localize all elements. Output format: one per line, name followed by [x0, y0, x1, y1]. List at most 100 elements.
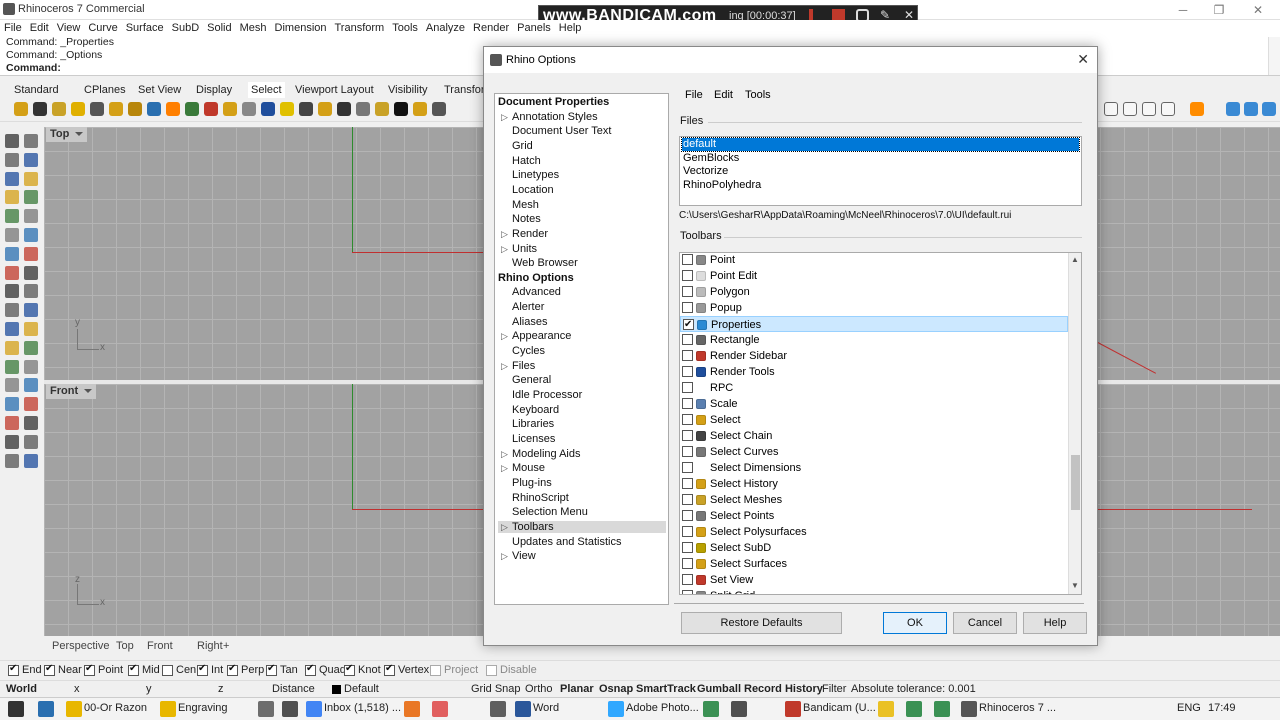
- menu-help[interactable]: Help: [555, 20, 586, 36]
- taskbar-pinned-icon[interactable]: [432, 701, 448, 717]
- tree-item-location[interactable]: Location: [512, 184, 554, 196]
- toolbar-checkbox[interactable]: [682, 398, 693, 409]
- tree-item-advanced[interactable]: Advanced: [512, 286, 561, 298]
- toolbar-tool-icon[interactable]: [432, 102, 446, 116]
- menu-transform[interactable]: Transform: [331, 20, 389, 36]
- toolbar-checkbox[interactable]: [682, 254, 693, 265]
- left-tool-icon[interactable]: [24, 397, 38, 412]
- viewport-title-front[interactable]: Front: [46, 384, 97, 399]
- tree-item-licenses[interactable]: Licenses: [512, 433, 555, 445]
- taskbar-item[interactable]: 00-Or Razon: [84, 702, 147, 714]
- left-tool-icon[interactable]: [24, 246, 38, 261]
- start-icon[interactable]: [8, 701, 24, 717]
- toolbar-tool-icon[interactable]: [280, 102, 294, 116]
- menu-solid[interactable]: Solid: [203, 20, 235, 36]
- close-window-button[interactable]: ✕: [1243, 2, 1273, 18]
- menu-mesh[interactable]: Mesh: [236, 20, 271, 36]
- left-tool-icon[interactable]: [5, 378, 19, 393]
- left-tool-icon[interactable]: [24, 265, 38, 280]
- language-indicator[interactable]: ENG: [1177, 702, 1201, 714]
- osnap-checkbox[interactable]: [486, 664, 497, 676]
- dialog-menu-file[interactable]: File: [685, 89, 703, 101]
- tree-item-mouse[interactable]: Mouse: [512, 462, 545, 474]
- menu-edit[interactable]: Edit: [26, 20, 53, 36]
- dialog-close-button[interactable]: ✕: [1077, 51, 1089, 68]
- left-tool-icon[interactable]: [24, 340, 38, 355]
- ok-button[interactable]: OK: [883, 612, 947, 634]
- toolbar-tool-icon[interactable]: [1104, 102, 1118, 116]
- toolbar-row-point[interactable]: Point: [680, 253, 1068, 268]
- toolbar-row-render-tools[interactable]: Render Tools: [680, 364, 1068, 380]
- toolbar-tool-icon[interactable]: [185, 102, 199, 116]
- menu-curve[interactable]: Curve: [84, 20, 121, 36]
- toolbar-checkbox[interactable]: [682, 302, 693, 313]
- taskbar-pinned-icon[interactable]: [878, 701, 894, 717]
- toolbar-row-select-chain[interactable]: Select Chain: [680, 428, 1068, 444]
- osnap-point[interactable]: Point: [84, 663, 123, 676]
- taskbar-item[interactable]: Adobe Photo...: [626, 702, 699, 714]
- tree-item-document-user-text[interactable]: Document User Text: [512, 125, 611, 137]
- taskbar-app-icon[interactable]: [608, 701, 624, 717]
- viewport-tab-front[interactable]: Front: [147, 640, 173, 652]
- taskbar-item[interactable]: Rhinoceros 7 ...: [979, 702, 1056, 714]
- toolbar-tab-cplanes[interactable]: CPlanes: [84, 82, 126, 98]
- toolbar-tool-icon[interactable]: [1262, 102, 1276, 116]
- help-button[interactable]: Help: [1023, 612, 1087, 634]
- toolbar-checkbox[interactable]: [682, 462, 693, 473]
- osnap-checkbox[interactable]: [84, 663, 95, 676]
- tree-item-mesh[interactable]: Mesh: [512, 199, 539, 211]
- left-tool-icon[interactable]: [24, 134, 38, 148]
- tree-item-units[interactable]: Units: [512, 243, 537, 255]
- menu-subd[interactable]: SubD: [168, 20, 204, 36]
- menu-dimension[interactable]: Dimension: [271, 20, 331, 36]
- toolbar-row-polygon[interactable]: Polygon: [680, 284, 1068, 300]
- left-tool-icon[interactable]: [24, 378, 38, 393]
- taskbar-pinned-icon[interactable]: [490, 701, 506, 717]
- left-tool-icon[interactable]: [5, 453, 19, 468]
- left-tool-icon[interactable]: [24, 209, 38, 224]
- menu-view[interactable]: View: [53, 20, 85, 36]
- expand-arrow-icon[interactable]: ▷: [501, 361, 508, 372]
- expand-arrow-icon[interactable]: ▷: [501, 112, 508, 123]
- tree-item-toolbars[interactable]: Toolbars: [498, 520, 666, 533]
- toolbar-tool-icon[interactable]: [261, 102, 275, 116]
- current-layer[interactable]: Default: [344, 683, 379, 695]
- dialog-menu-edit[interactable]: Edit: [714, 89, 733, 101]
- osnap-disable[interactable]: Disable: [486, 664, 537, 676]
- left-tool-icon[interactable]: [5, 434, 19, 449]
- toolbar-row-scale[interactable]: Scale: [680, 396, 1068, 412]
- tree-item-hatch[interactable]: Hatch: [512, 155, 541, 167]
- toolbar-checkbox[interactable]: [682, 430, 693, 441]
- toolbar-checkbox[interactable]: [682, 542, 693, 553]
- toolbar-row-split-grid[interactable]: Split Grid: [680, 588, 1068, 594]
- left-tool-icon[interactable]: [5, 171, 19, 186]
- toolbar-tool-icon[interactable]: [71, 102, 85, 116]
- status-toggle-smarttrack[interactable]: SmartTrack: [636, 683, 696, 695]
- toolbar-tool-icon[interactable]: [318, 102, 332, 116]
- toolbar-row-select-meshes[interactable]: Select Meshes: [680, 492, 1068, 508]
- left-tool-icon[interactable]: [24, 190, 38, 205]
- toolbar-tool-icon[interactable]: [14, 102, 28, 116]
- viewport-tab-perspective[interactable]: Perspective: [52, 640, 109, 652]
- toolbar-tab-viewport-layout[interactable]: Viewport Layout: [295, 82, 374, 98]
- taskbar-pinned-icon[interactable]: [934, 701, 950, 717]
- tree-item-notes[interactable]: Notes: [512, 213, 541, 225]
- osnap-cen[interactable]: Cen: [162, 664, 196, 676]
- taskbar-app-icon[interactable]: [306, 701, 322, 717]
- osnap-checkbox[interactable]: [305, 663, 316, 676]
- osnap-end[interactable]: End: [8, 663, 42, 676]
- file-item-vectorize[interactable]: Vectorize: [682, 165, 729, 178]
- left-tool-icon[interactable]: [24, 303, 38, 318]
- osnap-perp[interactable]: Perp: [227, 663, 264, 676]
- toolbar-tool-icon[interactable]: [1244, 102, 1258, 116]
- status-toggle-grid-snap[interactable]: Grid Snap: [471, 683, 521, 695]
- toolbar-checkbox[interactable]: [683, 317, 694, 333]
- toolbar-row-select-subd[interactable]: Select SubD: [680, 540, 1068, 556]
- left-tool-icon[interactable]: [24, 228, 38, 242]
- toolbar-row-select-history[interactable]: Select History: [680, 476, 1068, 492]
- world-label[interactable]: World: [6, 683, 37, 695]
- left-tool-icon[interactable]: [5, 303, 19, 318]
- taskbar-app-icon[interactable]: [66, 701, 82, 717]
- toolbar-checkbox[interactable]: [682, 334, 693, 345]
- taskbar-app-icon[interactable]: [961, 701, 977, 717]
